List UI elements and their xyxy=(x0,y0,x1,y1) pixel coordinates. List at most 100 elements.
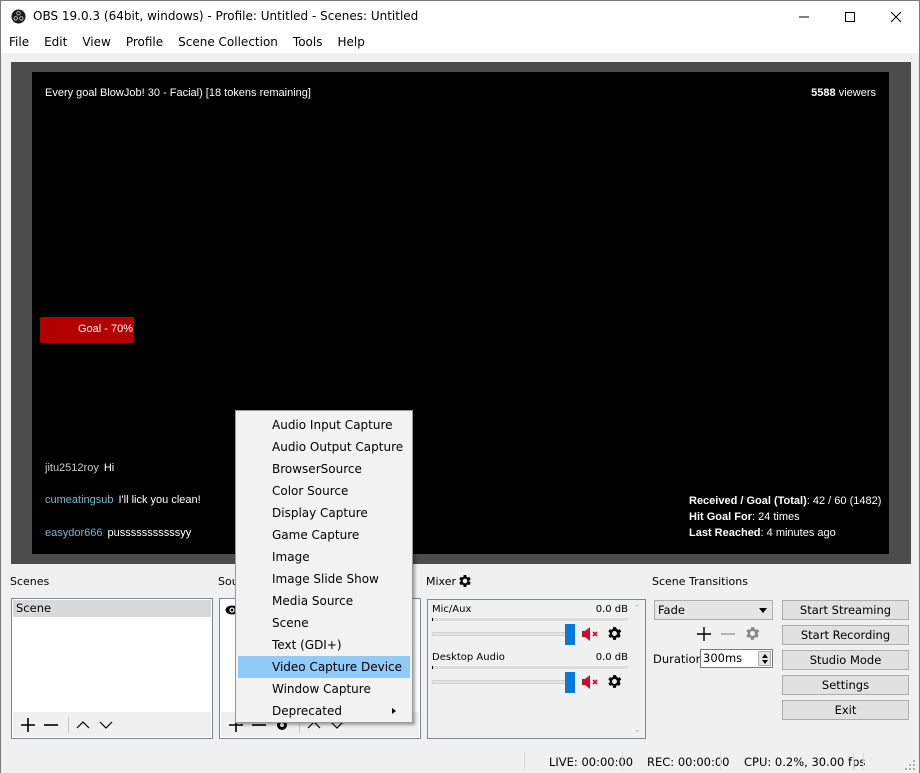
start-recording-button[interactable]: Start Recording xyxy=(782,625,909,645)
status-bar: LIVE: 00:00:00 REC: 00:00:00 CPU: 0.2%, … xyxy=(1,750,919,773)
scenes-label: Scenes xyxy=(10,575,50,588)
volume-slider-track[interactable] xyxy=(432,632,575,636)
status-divider xyxy=(622,752,623,770)
preview-canvas[interactable]: Every goal BlowJob! 30 - Facial) [18 tok… xyxy=(32,72,889,554)
menu-view[interactable]: View xyxy=(74,32,117,53)
toolbar-divider xyxy=(68,716,69,733)
viewer-label: viewers xyxy=(835,87,876,99)
goal-progress-bar: Goal - 70% xyxy=(40,317,134,343)
chat-username: cumeatingsub xyxy=(45,494,114,506)
close-icon xyxy=(890,11,902,22)
muted-speaker-icon[interactable] xyxy=(581,674,599,690)
maximize-button[interactable] xyxy=(827,1,873,32)
duration-spinbox[interactable]: 300ms xyxy=(700,649,773,668)
stat-label: Hit Goal For xyxy=(689,511,752,523)
menu-item-deprecated[interactable]: Deprecated xyxy=(238,700,410,722)
viewer-number: 5588 xyxy=(811,87,836,99)
close-button[interactable] xyxy=(873,1,919,32)
menu-help[interactable]: Help xyxy=(329,32,371,53)
chat-text: pusssssssssssyy xyxy=(107,527,192,539)
scene-item[interactable]: Scene xyxy=(13,600,211,617)
stat-last-reached: Last Reached: 4 minutes ago xyxy=(689,525,881,541)
menu-tools[interactable]: Tools xyxy=(285,32,330,53)
menu-item-display-capture[interactable]: Display Capture xyxy=(238,502,410,524)
chat-message: jitu2512roy Hi xyxy=(45,462,114,474)
menu-item-audio-output-capture[interactable]: Audio Output Capture xyxy=(238,436,410,458)
goal-description: Every goal BlowJob! 30 - Facial) [18 tok… xyxy=(45,87,311,99)
menu-item-image-slide-show[interactable]: Image Slide Show xyxy=(238,568,410,590)
plus-icon xyxy=(21,717,35,732)
obs-logo-icon xyxy=(11,9,26,24)
mixer-scroll-up-icon[interactable]: ⌃ xyxy=(633,604,641,614)
stat-label: Received / Goal (Total) xyxy=(689,495,807,507)
menu-edit[interactable]: Edit xyxy=(36,32,74,53)
studio-mode-button[interactable]: Studio Mode xyxy=(782,650,909,670)
mixer-label: Mixer xyxy=(426,575,457,588)
remove-scene-button[interactable] xyxy=(41,715,61,735)
chat-username: easydor666 xyxy=(45,527,103,539)
move-scene-down-button[interactable] xyxy=(96,715,116,735)
menu-scene-collection[interactable]: Scene Collection xyxy=(170,32,285,53)
scenes-toolbar xyxy=(13,712,211,737)
window-title: OBS 19.0.3 (64bit, windows) - Profile: U… xyxy=(33,9,419,23)
remove-transition-icon[interactable] xyxy=(720,626,736,642)
dropdown-arrow-icon xyxy=(759,608,767,613)
status-divider xyxy=(720,752,721,770)
menu-bar: File Edit View Profile Scene Collection … xyxy=(1,32,919,53)
live-timer: LIVE: 00:00:00 xyxy=(549,755,634,769)
menu-item-video-capture-device[interactable]: Video Capture Device xyxy=(238,656,410,678)
chat-username: jitu2512roy xyxy=(45,462,99,474)
goal-stats: Received / Goal (Total): 42 / 60 (1482) … xyxy=(689,493,881,541)
add-transition-icon[interactable] xyxy=(696,626,712,642)
scenes-list[interactable]: Scene xyxy=(11,598,213,739)
stat-received: Received / Goal (Total): 42 / 60 (1482) xyxy=(689,493,881,509)
channel-gear-icon[interactable] xyxy=(606,625,623,642)
chevron-up-icon xyxy=(76,720,90,728)
muted-speaker-icon[interactable] xyxy=(581,626,599,642)
viewer-count: 5588 viewers xyxy=(811,87,876,99)
status-divider xyxy=(524,752,525,770)
volume-slider-track[interactable] xyxy=(432,680,575,684)
channel-db: 0.0 dB xyxy=(595,652,628,663)
mixer-gear-icon[interactable] xyxy=(457,573,473,589)
menu-item-game-capture[interactable]: Game Capture xyxy=(238,524,410,546)
channel-db: 0.0 dB xyxy=(595,604,628,615)
cpu-fps: CPU: 0.2%, 30.00 fps xyxy=(744,755,866,769)
transition-gear-icon[interactable] xyxy=(744,625,761,642)
mixer-scroll-down-icon[interactable]: ⌄ xyxy=(633,725,641,735)
transition-selected: Fade xyxy=(658,603,685,617)
menu-item-scene[interactable]: Scene xyxy=(238,612,410,634)
maximize-icon xyxy=(845,11,855,22)
volume-slider-handle[interactable] xyxy=(565,672,575,693)
duration-value: 300ms xyxy=(703,651,743,665)
minus-icon xyxy=(44,723,58,726)
settings-button[interactable]: Settings xyxy=(782,675,909,695)
menu-item-text-gdi[interactable]: Text (GDI+) xyxy=(238,634,410,656)
menu-item-image[interactable]: Image xyxy=(238,546,410,568)
menu-item-window-capture[interactable]: Window Capture xyxy=(238,678,410,700)
menu-file[interactable]: File xyxy=(1,32,36,53)
move-scene-up-button[interactable] xyxy=(73,715,93,735)
chat-message: easydor666 pusssssssssssyy xyxy=(45,527,191,539)
add-scene-button[interactable] xyxy=(18,715,38,735)
menu-profile[interactable]: Profile xyxy=(118,32,170,53)
menu-item-color-source[interactable]: Color Source xyxy=(238,480,410,502)
chat-text: I'll lick you clean! xyxy=(118,494,201,506)
spin-arrows-icon[interactable] xyxy=(758,651,771,666)
minimize-button[interactable] xyxy=(781,1,827,32)
menu-item-browser-source[interactable]: BrowserSource xyxy=(238,458,410,480)
rec-timer: REC: 00:00:00 xyxy=(647,755,730,769)
channel-name: Desktop Audio xyxy=(432,652,505,663)
menu-item-media-source[interactable]: Media Source xyxy=(238,590,410,612)
transition-select[interactable]: Fade xyxy=(654,600,773,620)
stat-value: : 24 times xyxy=(751,511,800,523)
menu-item-audio-input-capture[interactable]: Audio Input Capture xyxy=(238,414,410,436)
start-streaming-button[interactable]: Start Streaming xyxy=(782,600,909,620)
exit-button[interactable]: Exit xyxy=(782,700,909,720)
stat-value: : 42 / 60 (1482) xyxy=(806,495,882,507)
resize-grip-icon[interactable] xyxy=(905,760,915,770)
volume-slider-handle[interactable] xyxy=(565,624,575,645)
volume-meter xyxy=(432,618,628,621)
goal-progress-label: Goal - 70% xyxy=(77,323,133,335)
channel-gear-icon[interactable] xyxy=(606,673,623,690)
